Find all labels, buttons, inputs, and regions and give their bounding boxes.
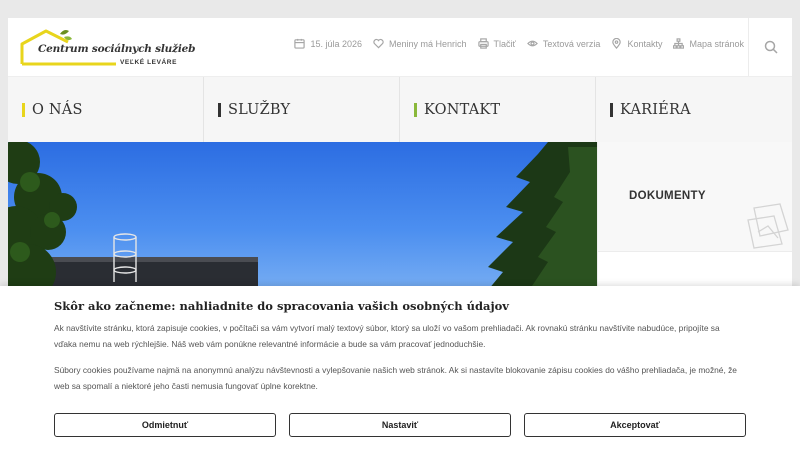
nameday-display: Meniny má Henrich (373, 38, 467, 49)
cookie-buttons: Odmietnuť Nastaviť Akceptovať (54, 413, 746, 437)
hero-photo (8, 142, 597, 302)
nav-item-kariera[interactable]: KARIÉRA (596, 77, 792, 142)
nav-label: KARIÉRA (620, 101, 691, 118)
papers-icon (747, 203, 789, 249)
accept-button[interactable]: Akceptovať (524, 413, 746, 437)
main-nav: O NÁS SLUŽBY KONTAKT KARIÉRA (8, 76, 792, 142)
nav-accent-bar (414, 102, 417, 117)
side-item-dokumenty[interactable]: DOKUMENTY (598, 142, 792, 252)
nav-label: O NÁS (32, 101, 83, 118)
cookie-paragraph-2: Súbory cookies používame najmä na anonym… (54, 365, 737, 391)
nav-item-kontakt[interactable]: KONTAKT (400, 77, 596, 142)
nav-item-sluzby[interactable]: SLUŽBY (204, 77, 400, 142)
date-text: 15. júla 2026 (310, 38, 362, 49)
nav-item-o-nas[interactable]: O NÁS (8, 77, 204, 142)
printer-icon (477, 38, 489, 49)
print-label: Tlačiť (493, 38, 516, 49)
eye-icon (526, 40, 538, 47)
cookie-paragraph-1: Ak navštívite stránku, ktorá zapisuje co… (54, 323, 720, 349)
nav-label: KONTAKT (424, 101, 501, 118)
cookie-banner: Skôr ako začneme: nahliadnite do spracov… (0, 286, 800, 450)
settings-button[interactable]: Nastaviť (289, 413, 511, 437)
logo-subtitle: VEĽKÉ LEVÁRE (120, 59, 178, 66)
search-icon (764, 40, 778, 54)
sitemap-link[interactable]: Mapa stránok (673, 38, 744, 49)
print-link[interactable]: Tlačiť (477, 38, 516, 49)
nav-accent-bar (218, 102, 221, 117)
nav-accent-bar (610, 102, 613, 117)
side-item-label: DOKUMENTY (629, 190, 706, 202)
contacts-label: Kontakty (627, 38, 663, 49)
sitemap-label: Mapa stránok (689, 38, 744, 49)
date-display: 15. júla 2026 (294, 38, 362, 49)
top-links: 15. júla 2026 Meniny má Henrich Tlačiť T… (294, 38, 744, 49)
nav-label: SLUŽBY (228, 101, 291, 118)
nameday-text: Meniny má Henrich (388, 38, 467, 49)
reject-button[interactable]: Odmietnuť (54, 413, 276, 437)
cookie-title: Skôr ako začneme: nahliadnite do spracov… (54, 299, 509, 313)
map-pin-icon (612, 38, 622, 49)
nav-accent-bar (22, 102, 25, 117)
hero-image (8, 142, 597, 302)
logo-title: Centrum sociálnych služieb (38, 43, 196, 55)
text-version-link[interactable]: Textová verzia (526, 38, 601, 49)
text-version-label: Textová verzia (542, 38, 601, 49)
sitemap-icon (673, 38, 685, 49)
site-logo[interactable]: Centrum sociálnych služieb VEĽKÉ LEVÁRE (20, 28, 195, 70)
site-header: Centrum sociálnych služieb VEĽKÉ LEVÁRE … (8, 18, 792, 76)
heart-icon (373, 38, 384, 49)
search-button[interactable] (748, 18, 792, 76)
calendar-icon (294, 38, 306, 49)
contacts-link[interactable]: Kontakty (611, 38, 662, 49)
side-panel: DOKUMENTY (597, 142, 792, 302)
